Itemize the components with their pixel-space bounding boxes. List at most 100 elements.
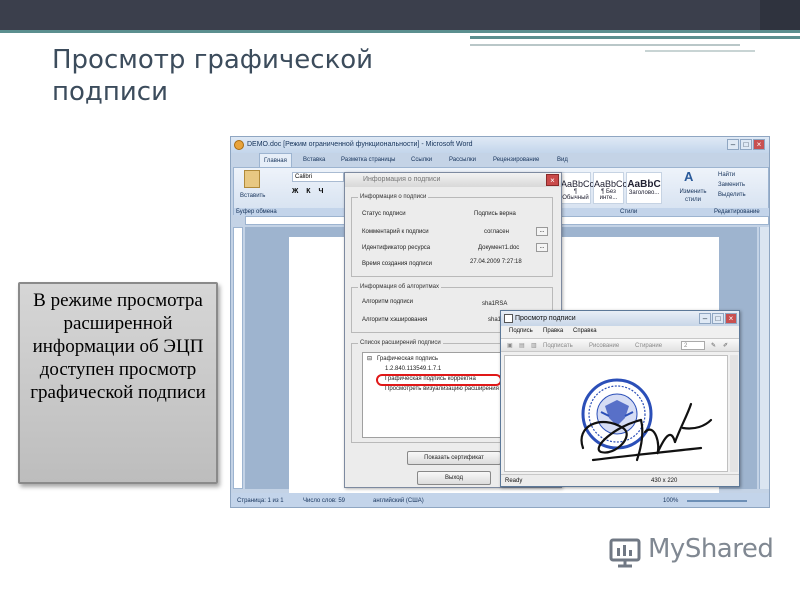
preview-app-icon — [504, 314, 513, 323]
preview-minimize-icon[interactable]: – — [699, 313, 711, 324]
callout-box: В режиме просмотра расширенной информаци… — [18, 282, 218, 484]
preview-title: Просмотр подписи — [515, 315, 576, 322]
signature-graphic — [580, 378, 713, 462]
status-word-count[interactable]: Число слов: 59 — [303, 493, 345, 507]
minimize-icon[interactable]: – — [727, 139, 739, 150]
label-signature-algorithm: Алгоритм подписи — [362, 299, 414, 305]
menu-edit[interactable]: Правка — [543, 326, 563, 337]
style-no-spacing[interactable]: AaBbCcDc ¶ Без инте... — [593, 172, 638, 204]
myshared-logo-icon — [608, 536, 642, 568]
zoom-slider[interactable] — [687, 500, 747, 502]
exit-button[interactable]: Выход — [417, 471, 491, 485]
word-title-bar: DEMO.doc [Режим ограниченной функциональ… — [231, 137, 769, 153]
tab-insert[interactable]: Вставка — [303, 153, 325, 167]
slide-top-bar — [0, 0, 800, 30]
toolbar-sign[interactable]: Подписать — [543, 339, 573, 353]
value-created: 27.04.2009 7:27:18 — [470, 259, 522, 265]
vertical-scrollbar[interactable] — [759, 227, 769, 489]
label-comment: Комментарий к подписи — [362, 229, 429, 235]
pen-width-select[interactable]: 2 — [681, 341, 705, 350]
tree-expand-icon[interactable]: ⊟ — [367, 355, 372, 363]
close-icon[interactable]: × — [753, 139, 765, 150]
preview-maximize-icon[interactable]: □ — [712, 313, 724, 324]
maximize-icon[interactable]: □ — [740, 139, 752, 150]
word-title: DEMO.doc [Режим ограниченной функциональ… — [247, 141, 473, 148]
label-hash-algorithm: Алгоритм хэширования — [362, 317, 428, 323]
status-language[interactable]: английский (США) — [373, 493, 424, 507]
dialog-title-bar: Информация о подписи — [345, 173, 561, 187]
slide-accent-line — [470, 36, 800, 39]
comment-more-button[interactable]: ... — [536, 227, 548, 236]
menu-signature[interactable]: Подпись — [509, 326, 533, 337]
menu-help[interactable]: Справка — [573, 326, 597, 337]
editing-group-label: Редактирование — [714, 209, 760, 215]
font-name-field[interactable]: Calibri — [292, 172, 344, 182]
preview-toolbar: ▣ ▤ ▥ Подписать Рисование Стирание 2 ✎ ✐ — [501, 338, 739, 352]
group-extensions-label: Список расширений подписи — [358, 340, 443, 347]
resource-more-button[interactable]: ... — [536, 243, 548, 252]
label-status: Статус подписи — [362, 211, 406, 217]
preview-status-state: Ready — [505, 478, 523, 484]
dialog-title: Информация о подписи — [363, 176, 441, 183]
toolbar-erase[interactable]: Стирание — [635, 339, 662, 353]
preview-scrollbar[interactable] — [730, 355, 738, 472]
replace-button[interactable]: Заменить — [718, 181, 745, 189]
change-styles-icon[interactable]: A — [684, 170, 698, 184]
styles-group-label: Стили — [620, 209, 638, 215]
status-page[interactable]: Страница: 1 из 1 — [237, 493, 284, 507]
change-styles-label[interactable]: Изменить стили — [678, 188, 708, 204]
tab-review[interactable]: Рецензирование — [493, 153, 539, 167]
value-resource-id: Документ1.doc — [478, 245, 520, 251]
select-button[interactable]: Выделить — [718, 191, 746, 199]
find-button[interactable]: Найти — [718, 171, 735, 179]
tab-page-layout[interactable]: Разметка страницы — [341, 153, 395, 167]
preview-status-bar: Ready 430 x 220 — [501, 474, 739, 486]
font-format-buttons[interactable]: Ж К Ч — [292, 188, 326, 195]
status-zoom[interactable]: 100% — [663, 493, 678, 507]
paste-label[interactable]: Вставить — [240, 192, 265, 200]
slide-divider-line — [0, 30, 800, 33]
signature-preview-window: Просмотр подписи – □ × Подпись Правка Сп… — [500, 310, 740, 487]
value-comment: согласен — [484, 229, 509, 235]
value-signature-algorithm: sha1RSA — [482, 301, 508, 307]
pen-icon[interactable]: ✎ — [711, 339, 716, 353]
show-certificate-button[interactable]: Показать сертификат — [407, 451, 501, 465]
tab-mailings[interactable]: Рассылки — [449, 153, 476, 167]
tree-item-oid[interactable]: 1.2.840.113549.1.7.1 — [385, 365, 441, 373]
toolbar-draw[interactable]: Рисование — [589, 339, 619, 353]
tree-root-item[interactable]: Графическая подпись — [377, 355, 438, 363]
slide-title: Просмотр графической подписи — [52, 45, 374, 107]
signature-canvas[interactable] — [504, 355, 728, 472]
print-icon[interactable]: ▥ — [531, 339, 537, 353]
brush-icon[interactable]: ✐ — [723, 339, 728, 353]
word-status-bar: Страница: 1 из 1 Число слов: 59 английск… — [231, 493, 769, 507]
style-heading[interactable]: AaBbC Заголово... — [626, 172, 662, 204]
save-icon[interactable]: ▤ — [519, 339, 525, 353]
preview-status-size: 430 x 220 — [651, 478, 678, 484]
label-created: Время создания подписи — [362, 261, 432, 267]
vertical-ruler — [233, 227, 243, 489]
group-algorithm-info-label: Информация об алгоритмах — [358, 284, 441, 291]
stamp-seal — [581, 378, 653, 450]
highlight-circle — [376, 374, 502, 386]
signature-info-group: Информация о подписи Статус подписи Подп… — [351, 194, 553, 277]
style-normal[interactable]: AaBbCcDc ¶ Обычный — [560, 172, 605, 204]
dialog-close-icon[interactable]: × — [546, 174, 559, 186]
preview-close-icon[interactable]: × — [725, 313, 737, 324]
slide-accent-line-gray — [470, 44, 740, 46]
label-resource-id: Идентификатор ресурса — [362, 245, 431, 251]
clipboard-group-label: Буфер обмена — [236, 209, 277, 215]
tab-view[interactable]: Вид — [557, 153, 568, 167]
value-status: Подпись верна — [474, 211, 516, 217]
tree-item-view-visualization[interactable]: Просмотреть визуализацию расширения — [385, 385, 499, 393]
slide-top-accent — [760, 0, 800, 30]
group-signature-info-label: Информация о подписи — [358, 194, 429, 201]
slide-accent-line-short — [645, 50, 755, 52]
open-icon[interactable]: ▣ — [507, 339, 513, 353]
office-button-icon[interactable] — [234, 140, 244, 150]
paste-icon[interactable] — [244, 170, 260, 188]
ribbon-tabs: Главная Вставка Разметка страницы Ссылки… — [231, 153, 769, 167]
myshared-logo-text: MyShared — [648, 534, 774, 564]
tab-home[interactable]: Главная — [259, 153, 292, 167]
tab-references[interactable]: Ссылки — [411, 153, 432, 167]
